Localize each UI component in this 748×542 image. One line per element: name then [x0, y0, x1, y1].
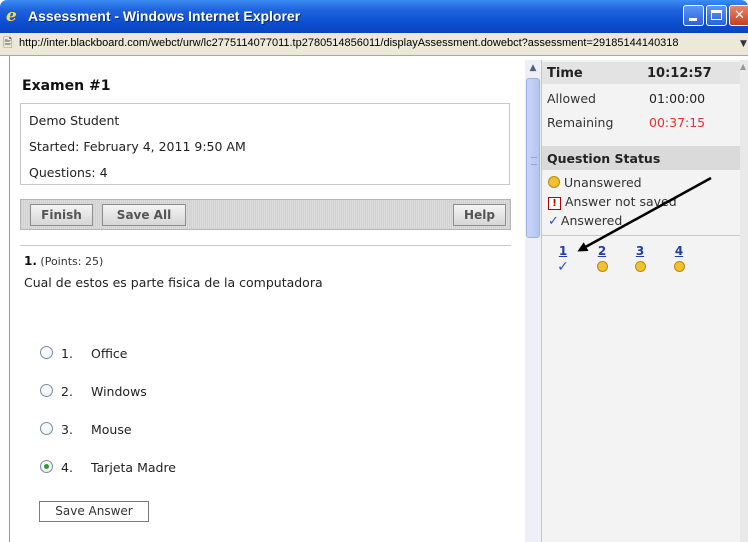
question-status-header: Question Status	[542, 146, 748, 170]
question-link[interactable]: 3	[632, 244, 648, 258]
option-number: 1.	[61, 346, 73, 361]
question-header: 1. (Points: 25)	[24, 254, 103, 268]
time-label: Time	[547, 66, 583, 81]
started-time: Started: February 4, 2011 9:50 AM	[29, 139, 246, 154]
window-title: Assessment - Windows Internet Explorer	[28, 8, 301, 24]
allowed-label: Allowed	[547, 91, 596, 106]
legend-answered-label: Answered	[560, 213, 623, 228]
radio-button[interactable]	[40, 422, 53, 435]
save-answer-button[interactable]: Save Answer	[39, 501, 149, 522]
question-count: Questions: 4	[29, 165, 108, 180]
remaining-label: Remaining	[547, 115, 614, 130]
yellow-dot-icon	[548, 176, 560, 188]
save-all-button[interactable]: Save All	[102, 204, 186, 226]
radio-button[interactable]	[40, 346, 53, 359]
ie-logo-icon: e	[6, 6, 17, 26]
option-label: Tarjeta Madre	[91, 460, 176, 475]
answer-option-2[interactable]: 2. Windows	[40, 384, 147, 400]
checkmark-icon: ✓	[557, 259, 569, 275]
time-header: Time 10:12:57	[542, 62, 748, 84]
option-number: 4.	[61, 460, 73, 475]
status-pane: Time 10:12:57 Allowed 01:00:00 Remaining…	[541, 60, 748, 542]
radio-button-selected[interactable]	[40, 460, 53, 473]
outer-scrollbar[interactable]: ▲	[740, 60, 748, 542]
exam-title: Examen #1	[22, 78, 111, 94]
yellow-dot-icon	[634, 261, 646, 272]
address-bar: 🖹 http://inter.blackboard.com/webct/urw/…	[0, 33, 748, 56]
yellow-dot-icon	[673, 261, 685, 272]
exam-info-box: Demo Student Started: February 4, 2011 9…	[20, 103, 510, 185]
unanswered-mark	[594, 259, 610, 273]
help-button[interactable]: Help	[453, 204, 506, 226]
question-nav-2[interactable]: 2	[594, 244, 610, 273]
student-name: Demo Student	[29, 113, 120, 128]
url-field[interactable]: http://inter.blackboard.com/webct/urw/lc…	[19, 37, 737, 49]
radio-button[interactable]	[40, 384, 53, 397]
legend-unanswered: Unanswered	[548, 175, 642, 190]
remaining-value: 00:37:15	[649, 115, 706, 130]
page-icon: 🖹	[3, 36, 13, 50]
question-status-title: Question Status	[547, 151, 661, 166]
scroll-up-arrow-icon[interactable]: ▲	[525, 60, 541, 76]
question-link[interactable]: 2	[594, 244, 610, 258]
assessment-toolbar: Finish Save All Help	[20, 199, 511, 230]
divider	[542, 235, 748, 236]
question-link[interactable]: 1	[555, 244, 571, 258]
scrollbar-thumb[interactable]	[526, 78, 540, 238]
grip-icon	[531, 157, 537, 165]
question-nav-3[interactable]: 3	[632, 244, 648, 273]
current-time: 10:12:57	[647, 66, 712, 81]
legend-unanswered-label: Unanswered	[564, 175, 642, 190]
finish-button[interactable]: Finish	[30, 204, 93, 226]
answered-mark: ✓	[555, 259, 571, 275]
answer-option-1[interactable]: 1. Office	[40, 346, 128, 362]
answer-option-3[interactable]: 3. Mouse	[40, 422, 132, 438]
option-label: Office	[91, 346, 128, 361]
question-nav-1[interactable]: 1 ✓	[555, 244, 571, 275]
assessment-pane: Examen #1 Demo Student Started: February…	[9, 56, 521, 542]
option-label: Mouse	[91, 422, 132, 437]
minimize-button[interactable]	[683, 5, 704, 26]
option-label: Windows	[91, 384, 147, 399]
window-titlebar: e Assessment - Windows Internet Explorer…	[0, 0, 748, 33]
scroll-up-arrow-icon[interactable]: ▲	[740, 62, 746, 71]
divider	[20, 245, 511, 246]
legend-not-saved-label: Answer not saved	[565, 194, 677, 209]
question-link[interactable]: 4	[671, 244, 687, 258]
maximize-button[interactable]	[706, 5, 727, 26]
legend-answered: ✓ Answered	[548, 213, 622, 229]
yellow-dot-icon	[596, 261, 608, 272]
exclamation-box-icon: !	[548, 197, 561, 210]
unanswered-mark	[671, 259, 687, 273]
option-number: 2.	[61, 384, 73, 399]
option-number: 3.	[61, 422, 73, 437]
question-number: 1.	[24, 254, 37, 268]
answer-option-4[interactable]: 4. Tarjeta Madre	[40, 460, 176, 476]
checkmark-icon: ✓	[548, 214, 559, 229]
legend-not-saved: ! Answer not saved	[548, 194, 677, 210]
question-points: (Points: 25)	[40, 255, 104, 268]
scrollbar[interactable]: ▲	[525, 60, 541, 542]
unanswered-mark	[632, 259, 648, 273]
close-button[interactable]: ✕	[729, 5, 748, 26]
question-nav-4[interactable]: 4	[671, 244, 687, 273]
allowed-value: 01:00:00	[649, 91, 706, 106]
question-text: Cual de estos es parte fisica de la comp…	[24, 275, 323, 290]
chevron-down-icon[interactable]: ▼	[739, 36, 748, 52]
